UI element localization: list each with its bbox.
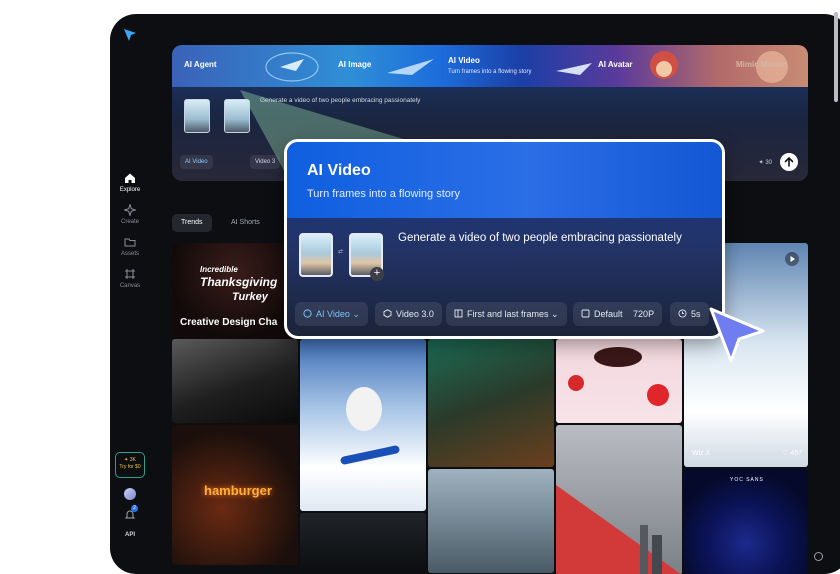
cube-icon — [383, 309, 392, 318]
duration-label: 5s — [691, 309, 701, 319]
tile-likes-count: 457 — [790, 450, 802, 457]
tile-likes[interactable]: ♡ 457 — [782, 449, 802, 457]
tab-ai-video-label: AI Video — [448, 56, 480, 65]
ai-video-popup: AI Video Turn frames into a flowing stor… — [284, 139, 725, 339]
app-logo-icon[interactable] — [122, 27, 138, 43]
sidebar-item-label: Create — [120, 219, 139, 225]
mode-label: AI Video — [316, 309, 350, 319]
canvas-icon — [125, 269, 135, 279]
sidebar-item-label: Explore — [119, 187, 141, 193]
home-icon — [125, 173, 135, 183]
tile-city-jump[interactable] — [556, 425, 682, 574]
swap-frames-icon[interactable]: ⇄ — [338, 249, 343, 255]
duration-dropdown[interactable]: 5s — [670, 302, 709, 326]
avatar[interactable] — [124, 488, 136, 500]
popup-subtitle: Turn frames into a flowing story — [307, 188, 461, 200]
tile-caption: Creative Design Cha — [180, 317, 278, 328]
tab-ai-video-sub: Turn frames into a flowing story — [448, 69, 532, 75]
hero-tabs: AI Agent AI Image AI Video Turn frames i… — [172, 45, 808, 87]
tile-title-line2: Thanksgiving — [200, 275, 278, 289]
tile-aquarium[interactable] — [428, 339, 554, 467]
tile-statue[interactable] — [172, 339, 298, 423]
strawberry-illustration — [568, 347, 669, 406]
polar-bear-illustration — [340, 387, 400, 465]
hero-model-chip[interactable]: Video 3 — [250, 155, 281, 169]
aspect-ratio-icon — [581, 309, 590, 318]
model-dropdown[interactable]: Video 3.0 — [375, 302, 442, 326]
video-mode-icon — [303, 309, 312, 318]
sidebar-item-canvas[interactable]: Canvas — [110, 268, 150, 289]
first-frame-thumbnail[interactable] — [184, 99, 210, 133]
tile-title-line3: Turkey — [232, 291, 268, 303]
tile-creative-design[interactable]: Incredible Thanksgiving Turkey Creative … — [172, 243, 298, 339]
promo-button[interactable]: ✦ 3K Try for $0 — [115, 452, 145, 478]
tile-author[interactable]: Wiz.X — [692, 450, 710, 457]
prompt-text[interactable]: Generate a video of two people embracing… — [398, 232, 682, 244]
sidebar-item-create[interactable]: Create — [110, 204, 150, 225]
tab-mimic-motion[interactable]: Mimic Motion — [736, 60, 787, 69]
sidebar-item-label: Canvas — [119, 283, 141, 289]
sidebar-item-assets[interactable]: Assets — [110, 236, 150, 257]
tab-ai-video[interactable]: AI Video Turn frames into a flowing stor… — [448, 56, 531, 75]
tile-polar-bear[interactable] — [300, 339, 426, 511]
sidebar-item-label: Assets — [120, 251, 139, 257]
mode-dropdown[interactable]: AI Video ⌄ — [295, 302, 368, 326]
api-link[interactable]: API — [110, 532, 150, 538]
folder-icon — [124, 238, 136, 247]
popup-title: AI Video — [307, 162, 371, 179]
ratio-label: Default — [594, 309, 623, 319]
notification-button[interactable]: 2 — [124, 505, 138, 520]
hero-mode-chip[interactable]: AI Video — [180, 155, 213, 169]
hero-prompt-text[interactable]: Generate a video of two people embracing… — [260, 97, 420, 104]
scrollbar[interactable] — [834, 12, 838, 102]
promo-label: Try for $0 — [119, 464, 141, 470]
frames-dropdown[interactable]: First and last frames ⌄ — [446, 302, 567, 326]
frames-label: First and last frames — [467, 309, 549, 319]
add-frame-button[interactable]: + — [370, 267, 384, 281]
tab-ai-agent[interactable]: AI Agent — [184, 60, 217, 69]
hero-credits: ✦ 30 — [758, 160, 772, 166]
tab-ai-avatar[interactable]: AI Avatar — [598, 60, 633, 69]
tile-brand: YOC SANS — [730, 477, 764, 483]
play-icon[interactable] — [784, 251, 800, 267]
last-frame-thumbnail[interactable] — [224, 99, 250, 133]
promo-credits: ✦ 3K — [124, 457, 136, 463]
tile-strawberry[interactable] — [556, 339, 682, 423]
clock-icon — [678, 309, 687, 318]
arrow-up-icon — [784, 156, 794, 167]
sidebar-item-explore[interactable]: Explore — [110, 172, 150, 193]
popup-header: AI Video Turn frames into a flowing stor… — [287, 142, 722, 218]
tile-vortex[interactable]: YOC SANS — [684, 469, 808, 574]
notification-badge: 2 — [131, 505, 138, 512]
frames-icon — [454, 309, 463, 318]
tile-dark-scene[interactable] — [300, 513, 426, 573]
sparkle-icon — [124, 204, 136, 216]
tile-lab[interactable] — [428, 469, 554, 573]
tab-ai-shorts[interactable]: AI Shorts — [222, 214, 269, 232]
sidebar: Explore Create Assets Canvas ✦ 3K Try fo… — [110, 14, 150, 574]
tile-neon-text: hamburger — [204, 483, 272, 498]
city-illustration — [556, 485, 681, 574]
model-label: Video 3.0 — [396, 309, 434, 319]
tab-ai-image[interactable]: AI Image — [338, 60, 371, 69]
hero-credits-value: 30 — [765, 160, 772, 166]
tab-trends[interactable]: Trends — [172, 214, 212, 232]
pointer-cursor-icon — [709, 307, 765, 363]
tile-title-line1: Incredible — [200, 265, 238, 274]
first-frame-thumbnail[interactable] — [299, 233, 333, 277]
hero-send-button[interactable] — [780, 153, 798, 171]
tile-hamburger[interactable]: hamburger — [172, 425, 298, 565]
resolution-label: 720P — [633, 309, 655, 319]
ratio-resolution-dropdown[interactable]: Default 720P — [573, 302, 663, 326]
